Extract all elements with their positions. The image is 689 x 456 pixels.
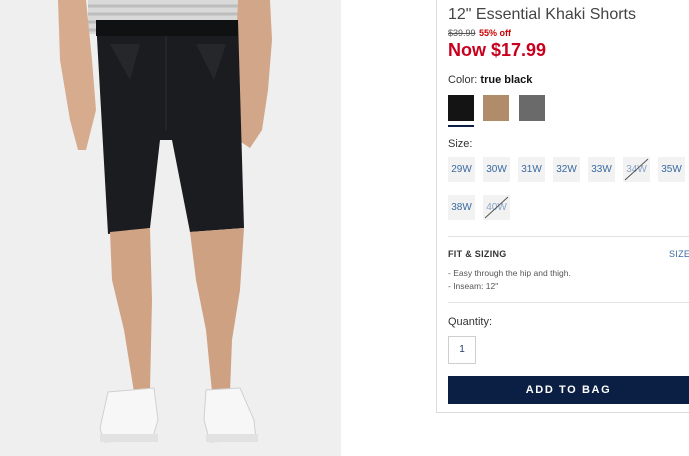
product-title: 12" Essential Khaki Shorts bbox=[448, 6, 636, 23]
divider bbox=[448, 302, 689, 303]
size-label: Size: bbox=[448, 138, 473, 150]
size-option-33w[interactable]: 33W bbox=[588, 157, 615, 182]
size-option-35w[interactable]: 35W bbox=[658, 157, 685, 182]
color-label-text: Color: bbox=[448, 74, 478, 86]
color-label: Color: true black bbox=[448, 74, 532, 86]
size-option-32w[interactable]: 32W bbox=[553, 157, 580, 182]
size-option-40w-unavailable[interactable]: 40W bbox=[483, 195, 510, 220]
swatch-grey[interactable] bbox=[519, 95, 545, 121]
quantity-input[interactable]: 1 bbox=[448, 336, 476, 364]
fit-detail: - Easy through the hip and thigh. bbox=[448, 268, 571, 278]
size-option-34w-unavailable[interactable]: 34W bbox=[623, 157, 650, 182]
size-option-29w[interactable]: 29W bbox=[448, 157, 475, 182]
size-chart-link[interactable]: SIZE bbox=[669, 249, 689, 259]
product-photo bbox=[0, 0, 341, 456]
product-image bbox=[0, 0, 341, 456]
quantity-label: Quantity: bbox=[448, 316, 493, 328]
size-option-31w[interactable]: 31W bbox=[518, 157, 545, 182]
original-price: $39.99 bbox=[448, 28, 476, 38]
strikethrough-icon bbox=[624, 158, 649, 181]
size-option-30w[interactable]: 30W bbox=[483, 157, 510, 182]
swatch-true-black[interactable] bbox=[448, 95, 474, 127]
fit-sizing-title: FIT & SIZING bbox=[448, 249, 507, 259]
divider bbox=[448, 236, 689, 237]
selected-color-name: true black bbox=[480, 74, 533, 86]
fit-detail: - Inseam: 12" bbox=[448, 281, 499, 291]
swatch-khaki[interactable] bbox=[483, 95, 509, 121]
sale-price: Now $17.99 bbox=[448, 40, 547, 60]
add-to-bag-button[interactable]: ADD TO BAG bbox=[448, 376, 689, 404]
strikethrough-icon bbox=[484, 196, 509, 219]
size-option-38w[interactable]: 38W bbox=[448, 195, 475, 220]
discount-badge: 55% off bbox=[479, 28, 512, 38]
